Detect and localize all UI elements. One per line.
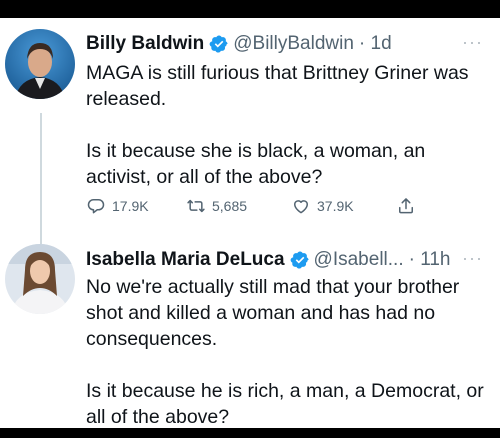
retweet-count: 5,685	[212, 198, 248, 214]
like-count: 37.9K	[317, 198, 354, 214]
tweet1-timestamp[interactable]: · 1d	[359, 33, 392, 55]
more-dots-icon[interactable]: ···	[462, 248, 483, 269]
share-icon	[399, 198, 413, 214]
tweet2-text-line2: Is it because he is rich, a man, a Democ…	[86, 380, 484, 428]
bottom-border	[0, 428, 500, 438]
like-button[interactable]: 37.9K	[291, 194, 354, 218]
tweet2-text-line1: No we're actually still mad that your br…	[86, 276, 460, 350]
heart-icon	[294, 200, 308, 214]
tweet1-text-line1: MAGA is still furious that Brittney Grin…	[86, 62, 469, 110]
reply-count: 17.9K	[112, 198, 149, 214]
avatar-isabella-deluca[interactable]	[5, 244, 75, 314]
retweet-icon	[187, 199, 205, 213]
tweet1-header: Billy Baldwin @BillyBaldwin · 1d	[86, 30, 392, 58]
tweet1-text-line2: Is it because she is black, a woman, an …	[86, 140, 426, 188]
reply-icon	[87, 199, 105, 214]
tweet2-author-name[interactable]: Isabella Maria DeLuca	[86, 249, 285, 271]
tweet2-text: No we're actually still mad that your br…	[86, 274, 491, 428]
tweet2-header: Isabella Maria DeLuca @Isabell... · 11h	[86, 246, 451, 274]
tweet2-timestamp[interactable]: · 11h	[409, 249, 451, 271]
tweet1-action-bar: 17.9K 5,685 37.9K	[86, 194, 456, 218]
verified-badge-icon	[209, 35, 228, 53]
tweet2-handle[interactable]: @Isabell...	[314, 249, 404, 271]
tweet-thread-card: Billy Baldwin @BillyBaldwin · 1d ··· MAG…	[0, 18, 500, 428]
tweet1-author-name[interactable]: Billy Baldwin	[86, 33, 204, 55]
avatar-billy-baldwin[interactable]	[5, 29, 75, 99]
retweet-button[interactable]: 5,685	[186, 194, 247, 218]
reply-button[interactable]: 17.9K	[86, 194, 149, 218]
verified-badge-icon	[290, 251, 309, 269]
tweet1-text: MAGA is still furious that Brittney Grin…	[86, 60, 491, 190]
more-dots-icon[interactable]: ···	[462, 32, 483, 53]
tweet1-handle[interactable]: @BillyBaldwin	[233, 33, 354, 55]
share-button[interactable]	[396, 194, 422, 218]
thread-connector-line	[40, 113, 42, 263]
